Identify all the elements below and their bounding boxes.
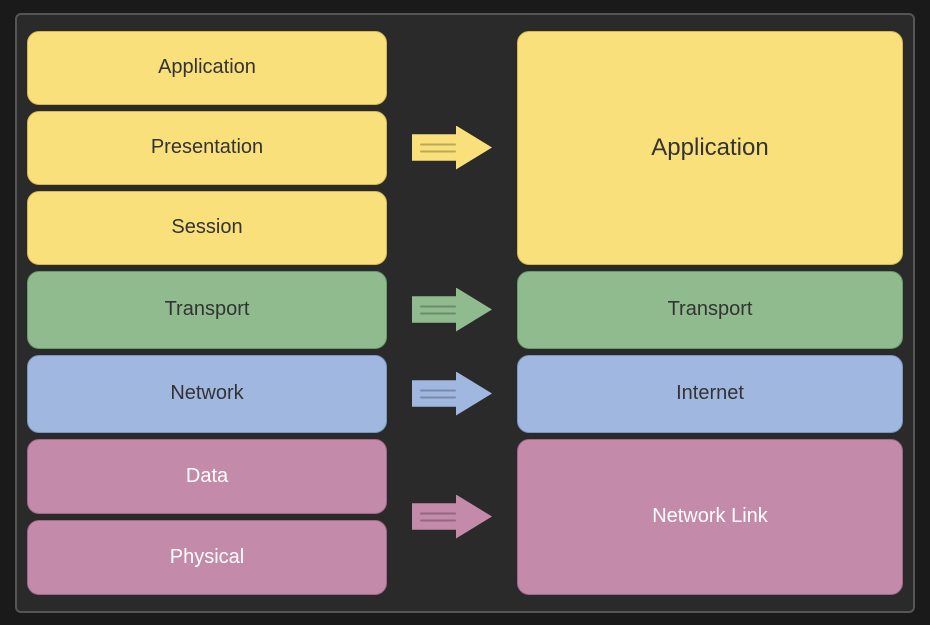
osi-yellow-group: Application Presentation Session (27, 31, 387, 265)
right-column: Application Transport Internet Network L… (517, 31, 903, 595)
left-column: Application Presentation Session Transpo… (27, 31, 387, 595)
arrow-pink-wrapper (412, 439, 492, 595)
arrow-pink (412, 495, 492, 539)
layer-transport: Transport (27, 271, 387, 349)
tcpip-transport: Transport (517, 271, 903, 349)
arrow-blue (412, 372, 492, 416)
arrow-yellow-wrapper (412, 31, 492, 265)
middle-arrows (387, 31, 517, 595)
osi-pink-group: Data Physical (27, 439, 387, 595)
tcpip-blue-group: Internet (517, 355, 903, 433)
tcpip-yellow-group: Application (517, 31, 903, 265)
arrow-green-wrapper (412, 271, 492, 349)
layer-data: Data (27, 439, 387, 514)
layer-session: Session (27, 191, 387, 265)
arrow-blue-wrapper (412, 355, 492, 433)
osi-blue-group: Network (27, 355, 387, 433)
tcpip-pink-group: Network Link (517, 439, 903, 595)
tcpip-green-group: Transport (517, 271, 903, 349)
arrow-yellow (412, 126, 492, 170)
layer-network: Network (27, 355, 387, 433)
tcpip-internet: Internet (517, 355, 903, 433)
osi-diagram: Application Presentation Session Transpo… (15, 13, 915, 613)
layer-physical: Physical (27, 520, 387, 595)
layer-application: Application (27, 31, 387, 105)
layer-presentation: Presentation (27, 111, 387, 185)
tcpip-network-link: Network Link (517, 439, 903, 595)
arrow-green (412, 288, 492, 332)
osi-green-group: Transport (27, 271, 387, 349)
tcpip-application: Application (517, 31, 903, 265)
